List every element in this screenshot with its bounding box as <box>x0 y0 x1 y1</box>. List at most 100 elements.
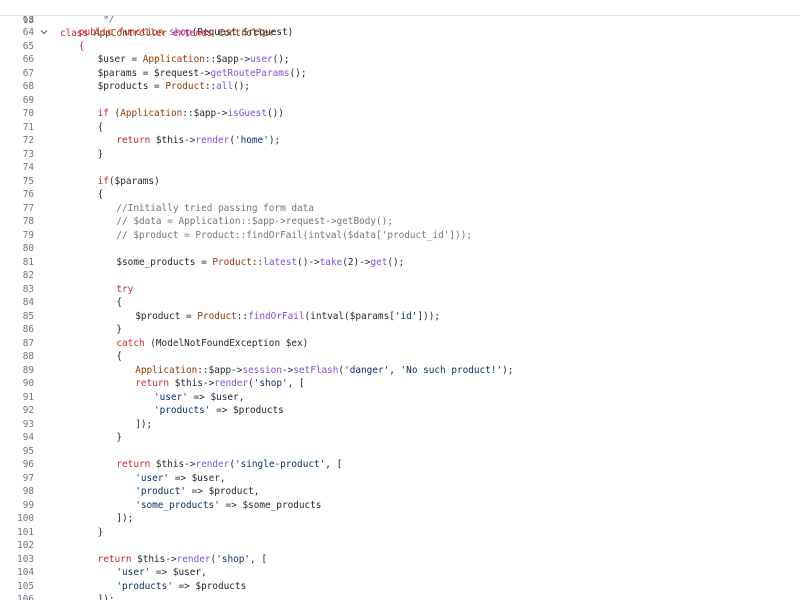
code-line[interactable]: 88 { <box>0 350 800 364</box>
code-token: return <box>116 459 156 470</box>
code-text: // $data = Application::$app->request->g… <box>116 215 393 229</box>
code-token: => <box>210 405 234 416</box>
code-line[interactable]: 87 catch (ModelNotFoundException $ex) <box>0 337 800 351</box>
code-token: { <box>97 121 104 133</box>
code-line[interactable]: 91 'user' => $user, <box>0 391 800 405</box>
code-line[interactable]: 76 { <box>0 188 800 202</box>
code-line[interactable]: 95 <box>0 445 800 459</box>
code-line[interactable]: 66 $user = Application::$app->user(); <box>0 53 800 67</box>
code-line[interactable]: 82 <box>0 269 800 283</box>
code-line[interactable]: 81 $some_products = Product::latest()->ta… <box>0 256 800 270</box>
code-line[interactable]: 99 'some_products' => $some_products <box>0 499 800 513</box>
code-line[interactable]: 96 return $this->render('single-product',… <box>0 458 800 472</box>
code-text: if($params) <box>98 175 160 189</box>
code-line[interactable]: 102 <box>0 539 800 553</box>
line-number: 97 <box>22 472 34 484</box>
line-number: 90 <box>22 378 34 389</box>
code-line[interactable]: 80 <box>0 242 800 256</box>
code-token: Product <box>197 310 237 322</box>
code-token: ]); <box>97 594 115 600</box>
code-line[interactable]: 98 'product' => $product, <box>0 485 800 499</box>
code-line[interactable]: 67 $params = $request->getRouteParams(); <box>0 67 800 81</box>
code-line[interactable]: 72 return $this->render('home'); <box>0 134 800 148</box>
code-token: -> <box>281 364 294 376</box>
line-number: 79 <box>22 229 34 241</box>
code-token: Product <box>165 81 205 92</box>
code-line[interactable]: 71 { <box>0 121 800 135</box>
sticky-line[interactable]: 18 class AppController extends Controlle… <box>0 0 800 40</box>
line-number: 93 <box>22 418 34 430</box>
code-line[interactable]: 97 'user' => $user, <box>0 472 800 486</box>
code-line[interactable]: 69 <box>0 94 800 108</box>
code-token: $some_products <box>242 499 322 511</box>
code-token: $params <box>349 310 390 322</box>
code-token: catch <box>116 337 151 349</box>
code-token: $user <box>210 391 239 403</box>
line-number: 18 <box>22 14 34 26</box>
code-token: 'danger' <box>344 364 390 376</box>
code-line[interactable]: 100]); <box>0 512 800 526</box>
code-token: { <box>116 297 123 308</box>
code-line[interactable]: 73} <box>0 148 800 162</box>
chevron-down-icon[interactable] <box>40 26 50 35</box>
code-token: Product <box>212 256 252 268</box>
code-text: $products = Product::all(); <box>98 80 250 94</box>
code-token: (ModelNotFoundException <box>150 337 286 349</box>
code-token: , <box>201 567 207 578</box>
code-token: = <box>125 54 143 65</box>
code-text: 'user' => $user, <box>135 472 225 486</box>
code-token: $this <box>137 553 166 565</box>
code-token: $app <box>193 108 217 119</box>
code-line[interactable]: 77 //Initially tried passing form data <box>0 202 800 216</box>
code-line[interactable]: 94} <box>0 431 800 445</box>
code-line[interactable]: 84 { <box>0 296 800 310</box>
line-number: 94 <box>22 432 34 443</box>
code-line[interactable]: 92 'products' => $products <box>0 404 800 418</box>
code-line[interactable]: 74 <box>0 161 800 175</box>
code-line[interactable]: 78 // $data = Application::$app->request-… <box>0 215 800 229</box>
code-text: Application::$app->session->setFlash('da… <box>135 364 513 378</box>
code-token: latest <box>263 256 298 268</box>
sticky-scroll-header[interactable]: 18 class AppController extends Controlle… <box>0 0 800 40</box>
code-token: findOrFail <box>248 310 305 322</box>
code-line[interactable]: 83 try <box>0 283 800 297</box>
code-token: ])); <box>417 310 441 322</box>
code-token: 'id' <box>394 310 418 322</box>
line-number: 80 <box>22 243 34 254</box>
code-editor[interactable]: 63 */64 public function shop(Request $req… <box>0 0 800 600</box>
code-token: $app <box>208 364 232 376</box>
code-line[interactable]: 65{ <box>0 40 800 54</box>
code-line[interactable]: 86} <box>0 323 800 337</box>
code-line[interactable]: 89 Application::$app->session->setFlash('… <box>0 364 800 378</box>
code-text: 'some_products' => $some_products <box>135 499 321 513</box>
code-line[interactable]: 101} <box>0 526 800 540</box>
code-line[interactable]: 75 if($params) <box>0 175 800 189</box>
code-line[interactable]: 79 // $product = Product::findOrFail(intv… <box>0 229 800 243</box>
code-text: } <box>98 526 104 540</box>
code-token: => <box>150 567 173 578</box>
code-text: 'user' => $user, <box>116 566 206 580</box>
code-line[interactable]: 68 $products = Product::all(); <box>0 80 800 94</box>
code-line[interactable]: 70 if (Application::$app->isGuest()) <box>0 107 800 121</box>
code-token: ()-> <box>297 256 320 268</box>
code-text: 'products' => $products <box>154 404 284 418</box>
code-line[interactable]: 93]); <box>0 418 800 432</box>
line-number: 72 <box>22 135 34 146</box>
code-token: // $data = Application::$app->request->g… <box>116 216 393 227</box>
code-token: ) <box>287 27 294 38</box>
code-line[interactable]: 103 return $this->render('shop', [ <box>0 553 800 567</box>
code-token: $params <box>97 67 138 79</box>
code-token: Application <box>142 54 205 65</box>
code-text: ]); <box>98 593 115 600</box>
code-text: { <box>98 121 104 135</box>
code-line[interactable]: 104 'user' => $user, <box>0 566 800 580</box>
code-text: { <box>79 40 85 54</box>
code-line[interactable]: 90 return $this->render('shop', [ <box>0 377 800 391</box>
code-token: $app <box>216 54 239 65</box>
code-line[interactable]: 105 'products' => $products <box>0 580 800 594</box>
code-line[interactable]: 106]); <box>0 593 800 600</box>
code-token: 'single-product' <box>234 459 326 470</box>
code-line[interactable]: 85 $product = Product::findOrFail(intval(… <box>0 310 800 324</box>
code-token: , <box>253 486 260 497</box>
code-token: ) <box>154 175 160 187</box>
